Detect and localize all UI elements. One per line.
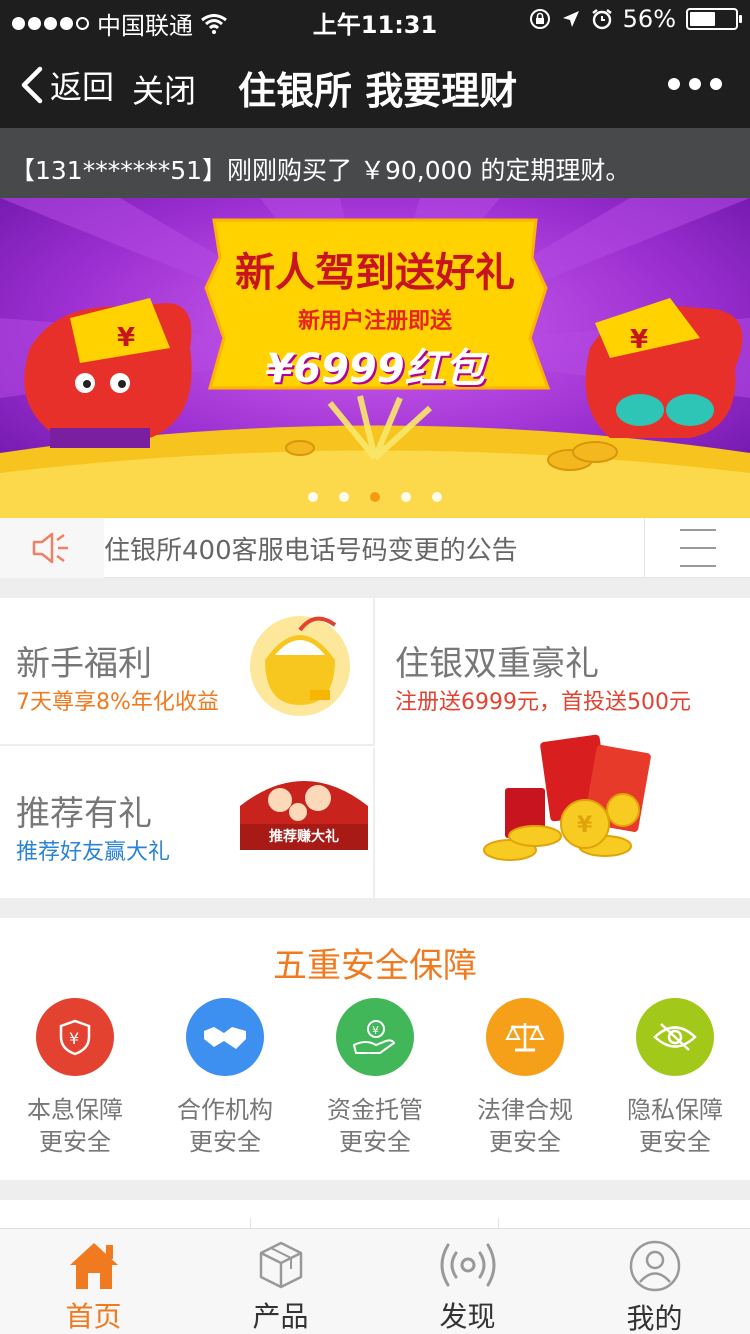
promo-double-gift[interactable]: 住银双重豪礼 注册送6999元，首投送500元 ¥ — [377, 598, 750, 898]
box-icon — [259, 1241, 302, 1289]
pager-dot[interactable] — [308, 492, 318, 502]
more-dot-icon — [710, 78, 722, 90]
tab-label: 产品 — [252, 1300, 309, 1333]
battery-percent: 56% — [622, 5, 676, 33]
more-dot-icon — [689, 78, 701, 90]
pager-dot[interactable] — [339, 492, 349, 502]
page: 中国联通 上午11:31 56% 返回 关闭 住银所 我要理财 【131****… — [0, 0, 750, 1334]
pager-dot[interactable] — [370, 492, 380, 502]
battery-icon — [686, 8, 742, 30]
pager-dot[interactable] — [401, 492, 411, 502]
rotation-lock-icon — [529, 9, 550, 29]
tab-home[interactable]: 首页 — [0, 1229, 187, 1334]
purchase-ticker: 【131*******51】刚刚购买了 ￥90,000 的定期理财。 — [0, 128, 750, 198]
menu-line-icon — [680, 547, 716, 549]
more-dot-icon — [668, 78, 680, 90]
more-button[interactable] — [668, 78, 722, 90]
tab-me[interactable]: 我的 — [561, 1229, 748, 1334]
feature-sub: 更安全 — [639, 1128, 711, 1156]
feature-circle — [636, 998, 714, 1076]
promo-banner[interactable]: ¥ ¥ 新人驾到送好礼 新用户注册即送 ¥6999红包 — [0, 198, 750, 518]
feature-sub: 更安全 — [189, 1128, 261, 1156]
feature-custody[interactable]: ¥ 资金托管 更安全 — [300, 998, 450, 1158]
feature-circle: ¥ — [336, 998, 414, 1076]
svg-text:¥: ¥ — [69, 1029, 79, 1048]
alarm-icon — [591, 9, 612, 30]
back-label: 返回 — [50, 68, 115, 106]
banner-subline: 新用户注册即送 — [297, 309, 452, 334]
feature-compliance[interactable]: 法律合规 更安全 — [450, 998, 600, 1158]
gift-bag-icon — [250, 616, 350, 716]
next-section-preview — [0, 1200, 750, 1230]
notice-text: 住银所400客服电话号码变更的公告 — [104, 536, 518, 566]
speaker-icon — [0, 518, 104, 578]
tab-products[interactable]: 产品 — [187, 1229, 374, 1334]
feature-circle — [186, 998, 264, 1076]
feature-name: 本息保障 — [27, 1096, 123, 1124]
tab-label: 首页 — [65, 1300, 122, 1333]
notice-menu-button[interactable] — [644, 518, 750, 578]
promo-grid: 新手福利 7天尊享8%年化收益 推荐有礼 推荐好友赢大礼 推荐赚大礼 住银双重豪… — [0, 598, 750, 898]
hand-coin-icon: ¥ — [352, 1020, 396, 1054]
newbie-title: 新手福利 — [16, 644, 152, 684]
menu-line-icon — [680, 565, 716, 567]
double-subtitle: 注册送6999元，首投送500元 — [395, 690, 691, 715]
feature-name: 法律合规 — [477, 1096, 573, 1124]
feature-circle: ¥ — [36, 998, 114, 1076]
refer-title: 推荐有礼 — [16, 794, 152, 834]
menu-line-icon — [680, 529, 716, 531]
banner-headline: 新人驾到送好礼 — [235, 250, 515, 296]
location-icon — [562, 11, 579, 27]
eye-slash-icon — [653, 1023, 697, 1051]
back-button[interactable]: 返回 — [18, 62, 114, 108]
feature-name: 隐私保障 — [627, 1096, 723, 1124]
promo-refer[interactable]: 推荐有礼 推荐好友赢大礼 推荐赚大礼 — [0, 748, 375, 898]
double-title: 住银双重豪礼 — [395, 644, 599, 684]
safety-section: 五重安全保障 ¥ 本息保障 更安全 合作机构 更安全 ¥ 资金托管 更安全 法律… — [0, 918, 750, 1180]
tab-bar: 首页 产品 发现 我的 — [0, 1228, 750, 1334]
tab-label: 我的 — [626, 1302, 683, 1334]
feature-partners[interactable]: 合作机构 更安全 — [150, 998, 300, 1158]
refer-badge: 推荐赚大礼 — [269, 829, 339, 845]
feature-sub: 更安全 — [339, 1128, 411, 1156]
svg-text:¥: ¥ — [372, 1024, 379, 1037]
red-envelope-coins-icon: ¥ — [483, 734, 651, 861]
feature-name: 合作机构 — [177, 1096, 273, 1124]
nav-bar: 返回 关闭 住银所 我要理财 — [0, 40, 750, 128]
refer-subtitle: 推荐好友赢大礼 — [16, 840, 171, 865]
status-bar: 中国联通 上午11:31 56% — [0, 0, 750, 40]
page-title: 住银所 我要理财 — [238, 69, 518, 113]
close-button[interactable]: 关闭 — [132, 66, 196, 112]
feature-sub: 更安全 — [39, 1128, 111, 1156]
feature-principal[interactable]: ¥ 本息保障 更安全 — [0, 998, 150, 1158]
newbie-subtitle: 7天尊享8%年化收益 — [16, 690, 219, 715]
handshake-icon — [204, 1027, 246, 1049]
banner-pager[interactable] — [0, 492, 750, 502]
scale-icon — [505, 1023, 545, 1052]
chevron-left-icon — [21, 66, 43, 104]
safety-title: 五重安全保障 — [273, 946, 477, 986]
home-icon — [69, 1243, 118, 1289]
svg-text:¥: ¥ — [577, 813, 593, 838]
user-icon — [629, 1240, 680, 1292]
feature-name: 资金托管 — [327, 1096, 423, 1124]
promo-newbie[interactable]: 新手福利 7天尊享8%年化收益 — [0, 598, 375, 746]
pager-dot[interactable] — [432, 492, 442, 502]
feature-sub: 更安全 — [489, 1128, 561, 1156]
feature-circle — [486, 998, 564, 1076]
broadcast-icon — [440, 1243, 495, 1287]
status-right: 56% — [529, 5, 742, 33]
feature-privacy[interactable]: 隐私保障 更安全 — [600, 998, 750, 1158]
notice-bar[interactable]: 住银所400客服电话号码变更的公告 — [0, 518, 750, 578]
tab-discover[interactable]: 发现 — [374, 1229, 561, 1334]
banner-amount: ¥6999红包 — [265, 346, 485, 392]
svg-text:¥: ¥ — [630, 325, 648, 355]
svg-text:¥: ¥ — [117, 323, 135, 353]
tab-label: 发现 — [439, 1300, 496, 1333]
shield-yen-icon: ¥ — [59, 1019, 91, 1056]
